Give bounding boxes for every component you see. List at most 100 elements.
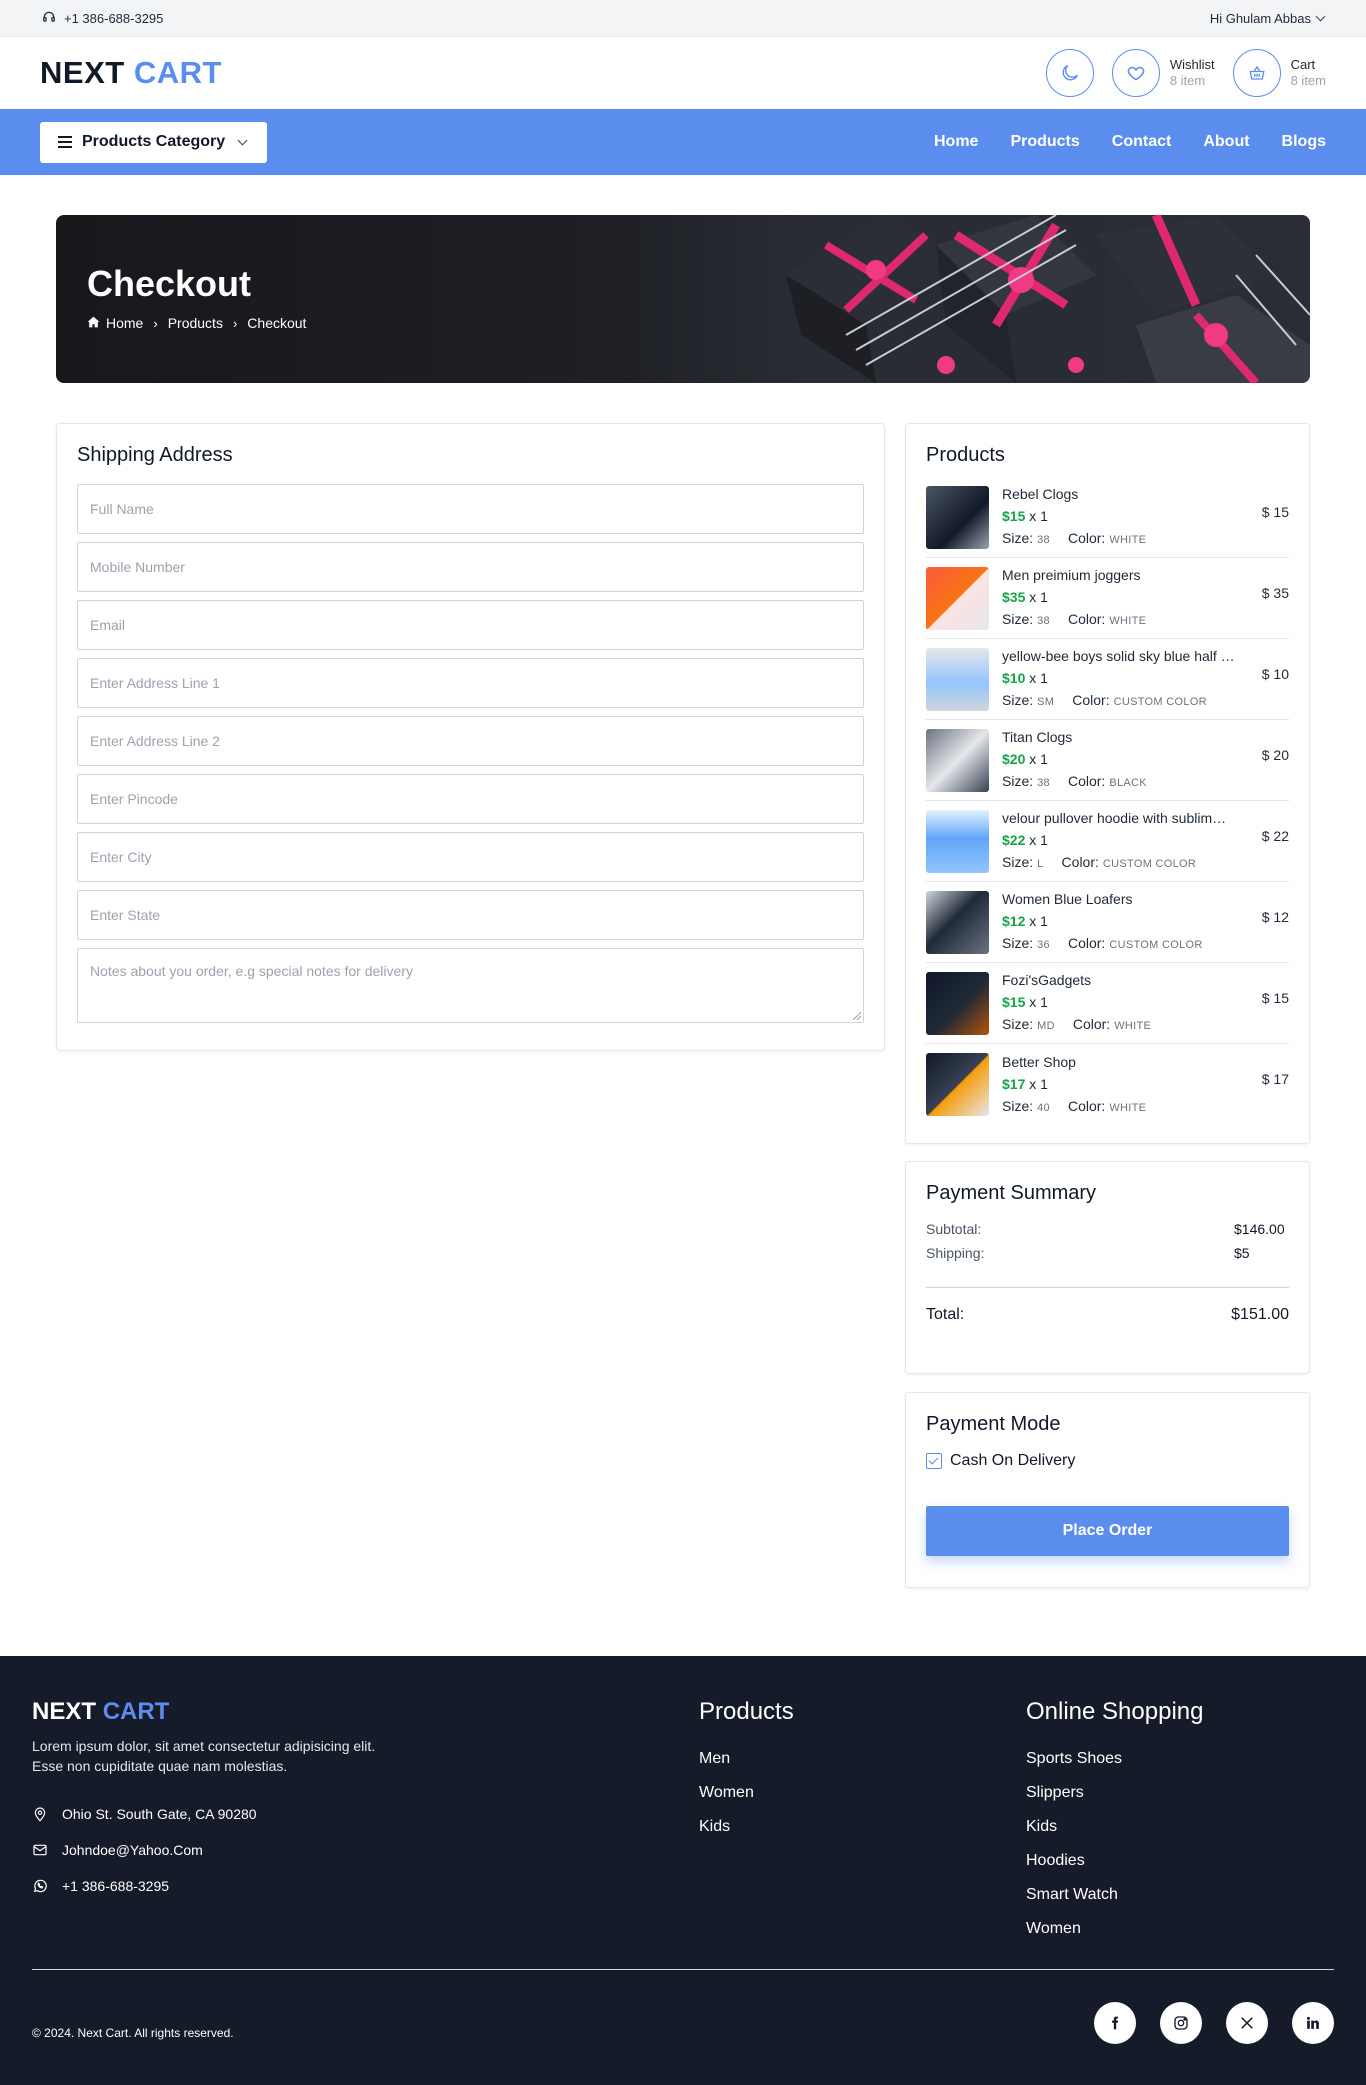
page-banner: Checkout Home › Products › Checkout	[56, 215, 1310, 383]
product-image[interactable]	[926, 566, 989, 630]
footer-link-kids-shop[interactable]: Kids	[1026, 1810, 1203, 1844]
city-input[interactable]: Enter City	[77, 832, 864, 882]
product-variant: Size: 40 Color: WHITE	[1002, 1095, 1252, 1119]
size-label: Size:	[1002, 1016, 1034, 1032]
product-image[interactable]	[926, 485, 989, 549]
size-label: Size:	[1002, 530, 1034, 546]
nav-link-home[interactable]: Home	[934, 133, 978, 151]
breadcrumb-separator: ›	[232, 315, 238, 331]
product-price-qty: $15 x 1	[1002, 505, 1252, 527]
x-icon[interactable]	[1226, 2002, 1268, 2044]
wishlist-link[interactable]: Wishlist 8 item	[1111, 49, 1215, 97]
nav-link-about[interactable]: About	[1203, 133, 1249, 151]
checkbox-checked-icon[interactable]	[926, 1453, 942, 1469]
footer-link-men[interactable]: Men	[699, 1742, 794, 1776]
user-menu[interactable]: Hi Ghulam Abbas	[1210, 11, 1326, 26]
product-name[interactable]: Women Blue Loafers	[1002, 888, 1252, 910]
product-row: Women Blue Loafers $12 x 1 Size: 36 Color: CU…	[926, 882, 1289, 963]
product-price: $15	[1002, 508, 1026, 524]
cart-button[interactable]	[1232, 49, 1281, 97]
site-logo[interactable]: NEXT CART	[40, 55, 222, 91]
product-qty: x 1	[1029, 751, 1048, 767]
pincode-input[interactable]: Enter Pincode	[77, 774, 864, 824]
breadcrumb-checkout: Checkout	[247, 315, 307, 331]
product-name[interactable]: Titan Clogs	[1002, 726, 1252, 748]
address-line-2-input[interactable]: Enter Address Line 2	[77, 716, 864, 766]
footer-link-slippers[interactable]: Slippers	[1026, 1776, 1203, 1810]
cash-on-delivery-option[interactable]: Cash On Delivery	[926, 1452, 1289, 1470]
state-input[interactable]: Enter State	[77, 890, 864, 940]
nav-link-contact[interactable]: Contact	[1112, 133, 1172, 151]
product-name[interactable]: yellow-bee boys solid sky blue half …	[1002, 645, 1252, 667]
product-name[interactable]: Fozi'sGadgets	[1002, 969, 1252, 991]
header: NEXT CART Wishlist 8 item Cart 8 item	[0, 37, 1366, 109]
order-products-card: Products Rebel Clogs $15 x 1 Size: 38 Color:…	[905, 423, 1310, 1144]
dark-mode-toggle[interactable]	[1045, 49, 1094, 97]
instagram-icon[interactable]	[1160, 2002, 1202, 2044]
chevron-down-icon	[1315, 11, 1326, 21]
shipping-row: Shipping: $5	[926, 1241, 1289, 1265]
product-image[interactable]	[926, 728, 989, 792]
color-label: Color:	[1067, 773, 1106, 789]
color-value: CUSTOM COLOR	[1109, 939, 1203, 951]
mobile-number-input[interactable]: Mobile Number	[77, 542, 864, 592]
product-name[interactable]: velour pullover hoodie with sublim…	[1002, 807, 1252, 829]
shipping-address-card: Shipping Address Full Name Mobile Number…	[56, 423, 885, 1051]
product-variant: Size: MD Color: WHITE	[1002, 1013, 1252, 1037]
footer-link-women-shop[interactable]: Women	[1026, 1912, 1203, 1946]
nav-link-blogs[interactable]: Blogs	[1282, 133, 1326, 151]
wishlist-button[interactable]	[1111, 49, 1160, 97]
breadcrumb-products[interactable]: Products	[168, 315, 223, 331]
address-line-1-input[interactable]: Enter Address Line 1	[77, 658, 864, 708]
footer-link-kids[interactable]: Kids	[699, 1810, 794, 1844]
footer-link-smart-watch[interactable]: Smart Watch	[1026, 1878, 1203, 1912]
mail-icon	[33, 1844, 47, 1856]
linkedin-icon[interactable]	[1292, 2002, 1334, 2044]
product-image[interactable]	[926, 809, 989, 873]
product-name[interactable]: Better Shop	[1002, 1051, 1252, 1073]
full-name-input[interactable]: Full Name	[77, 484, 864, 534]
whatsapp-icon	[33, 1879, 47, 1893]
footer-email-text: Johndoe@Yahoo.Com	[62, 1842, 203, 1858]
product-image[interactable]	[926, 647, 989, 711]
footer-logo-next: NEXT	[32, 1698, 97, 1725]
color-value: CUSTOM COLOR	[1113, 696, 1207, 708]
footer: NEXT CART Lorem ipsum dolor, sit amet co…	[0, 1656, 1366, 2085]
breadcrumb-home[interactable]: Home	[106, 315, 143, 331]
basket-icon	[1249, 65, 1265, 80]
footer-link-women[interactable]: Women	[699, 1776, 794, 1810]
heart-icon	[1127, 66, 1145, 81]
footer-contact: Ohio St. South Gate, CA 90280 Johndoe@Ya…	[32, 1796, 257, 1904]
nav-link-products[interactable]: Products	[1010, 133, 1079, 151]
resize-handle-icon[interactable]	[853, 1012, 861, 1020]
product-image[interactable]	[926, 890, 989, 954]
product-image[interactable]	[926, 971, 989, 1035]
products-category-dropdown[interactable]: Products Category	[40, 121, 267, 163]
color-value: WHITE	[1109, 615, 1147, 627]
copyright-text: © 2024. Next Cart. All rights reserved.	[32, 2026, 234, 2040]
product-name[interactable]: Rebel Clogs	[1002, 483, 1252, 505]
product-variant: Size: L Color: CUSTOM COLOR	[1002, 851, 1252, 875]
product-price: $20	[1002, 751, 1026, 767]
footer-email[interactable]: Johndoe@Yahoo.Com	[32, 1832, 257, 1868]
color-value: WHITE	[1109, 1101, 1147, 1114]
footer-logo[interactable]: NEXT CART	[32, 1698, 169, 1726]
footer-online-shopping-title: Online Shopping	[1026, 1698, 1204, 1725]
footer-phone[interactable]: +1 386-688-3295	[32, 1868, 257, 1904]
cart-link[interactable]: Cart 8 item	[1232, 49, 1326, 97]
email-input[interactable]: Email	[77, 600, 864, 650]
payment-mode-card: Payment Mode Cash On Delivery Place Orde…	[905, 1392, 1310, 1588]
product-color: Color: WHITE	[1068, 608, 1146, 632]
order-notes-textarea[interactable]: Notes about you order, e.g special notes…	[77, 948, 864, 1023]
location-pin-icon	[34, 1807, 46, 1822]
product-qty: x 1	[1029, 589, 1048, 605]
facebook-icon[interactable]	[1094, 2002, 1136, 2044]
size-label: Size:	[1002, 773, 1034, 789]
product-image[interactable]	[926, 1053, 989, 1116]
size-value: 36	[1037, 939, 1050, 951]
product-name[interactable]: Men preimium joggers	[1002, 564, 1252, 586]
footer-logo-cart: CART	[102, 1698, 170, 1725]
footer-link-sports-shoes[interactable]: Sports Shoes	[1026, 1742, 1203, 1776]
footer-link-hoodies[interactable]: Hoodies	[1026, 1844, 1203, 1878]
place-order-button[interactable]: Place Order	[926, 1506, 1289, 1556]
